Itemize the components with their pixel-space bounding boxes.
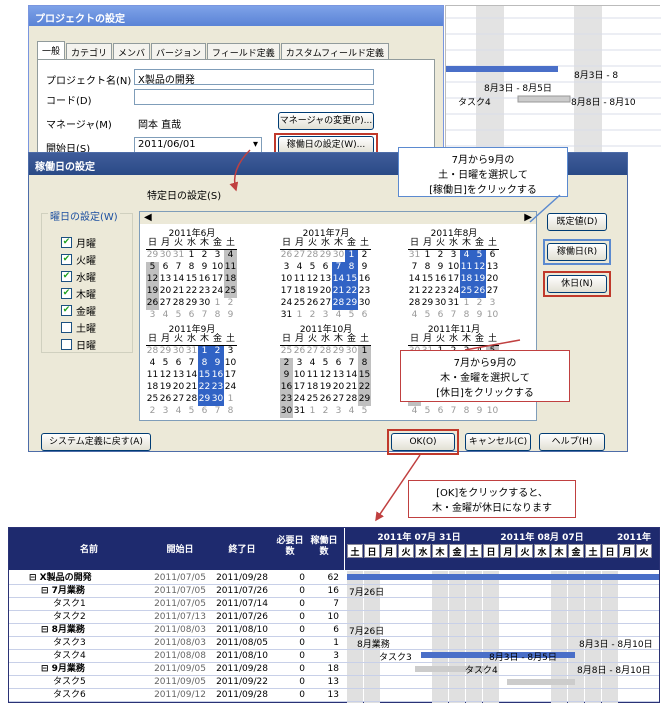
row-start: 2011/07/05 [154, 573, 206, 583]
col-work: 稼働日数 [307, 536, 341, 558]
row-need: 0 [299, 677, 305, 687]
day-header-cell: 月 [619, 544, 635, 558]
row-need: 0 [299, 573, 305, 583]
bar-label-r5b: 8月3日 - 8月5日 [489, 653, 557, 663]
day-header-cell: 木 [432, 544, 448, 558]
row-start: 2011/08/03 [154, 638, 206, 648]
table-row[interactable]: ⊟ 7月業務 2011/07/05 2011/07/26 0 16 [9, 584, 659, 598]
day-header-cell: 土 [466, 544, 482, 558]
bar-label-r3: 7月26日 [349, 627, 385, 637]
row-end: 2011/08/10 [216, 625, 268, 635]
row-end: 2011/07/26 [216, 586, 268, 596]
table-row[interactable]: タスク3 2011/08/03 2011/08/05 0 1 [9, 636, 659, 650]
week-3: 2011年 [609, 530, 659, 543]
day-header-cell: 月 [500, 544, 516, 558]
row-end: 2011/09/28 [216, 690, 268, 700]
day-header-cell: 水 [415, 544, 431, 558]
row-work: 1 [333, 638, 339, 648]
col-end: 終了日 [211, 542, 273, 555]
row-end: 2011/07/14 [216, 599, 268, 609]
row-work: 6 [333, 625, 339, 635]
table-row[interactable]: ⊟ 9月業務 2011/09/05 2011/09/28 0 18 [9, 662, 659, 676]
row-need: 0 [299, 651, 305, 661]
row-work: 3 [333, 651, 339, 661]
row-need: 0 [299, 586, 305, 596]
row-name: ⊟ 8月業務 [41, 625, 85, 635]
week-1: 2011年 07月 31日 [359, 530, 479, 543]
row-end: 2011/07/26 [216, 612, 268, 622]
day-header-cell: 日 [364, 544, 380, 558]
row-start: 2011/08/03 [154, 625, 206, 635]
row-name: ⊟ 7月業務 [41, 586, 85, 596]
row-need: 0 [299, 599, 305, 609]
bar-label-r6a: タスク4 [465, 666, 498, 676]
row-need: 0 [299, 612, 305, 622]
table-row[interactable]: ⊟ 8月業務 2011/08/03 2011/08/10 0 6 [9, 623, 659, 637]
row-need: 0 [299, 690, 305, 700]
row-end: 2011/08/10 [216, 651, 268, 661]
day-header-cell: 金 [568, 544, 584, 558]
bar-label-r5a: タスク3 [379, 653, 412, 663]
table-row[interactable]: タスク1 2011/07/05 2011/07/14 0 7 [9, 597, 659, 611]
row-work: 62 [327, 573, 339, 583]
row-need: 0 [299, 625, 305, 635]
row-end: 2011/09/28 [216, 573, 268, 583]
row-end: 2011/09/28 [216, 664, 268, 674]
day-header-cell: 日 [602, 544, 618, 558]
row-work: 13 [327, 690, 339, 700]
day-header-cell: 日 [483, 544, 499, 558]
table-row[interactable]: タスク6 2011/09/12 2011/09/28 0 13 [9, 688, 659, 702]
project-bar[interactable] [347, 574, 659, 580]
day-header-cell: 木 [551, 544, 567, 558]
row-work: 18 [327, 664, 339, 674]
row-work: 13 [327, 677, 339, 687]
col-name: 名前 [29, 542, 149, 555]
row-work: 7 [333, 599, 339, 609]
row-start: 2011/07/05 [154, 599, 206, 609]
bar-label-r4a: 8月業務 [357, 640, 390, 650]
gantt-chart: 名前 開始日 終了日 必要日数 稼働日数 2011年 07月 31日 2011年… [8, 527, 660, 703]
week-2: 2011年 08月 07日 [487, 530, 597, 543]
row-need: 0 [299, 638, 305, 648]
day-header-cell: 火 [398, 544, 414, 558]
col-start: 開始日 [149, 542, 211, 555]
bar-label-r4b: 8月3日 - 8月10日 [579, 640, 653, 650]
day-header-cell: 月 [381, 544, 397, 558]
row-start: 2011/09/05 [154, 664, 206, 674]
bar-label-r6b: 8月8日 - 8月10日 [577, 666, 651, 676]
day-header-cell: 土 [585, 544, 601, 558]
row-start: 2011/09/12 [154, 690, 206, 700]
row-name: ⊟ 9月業務 [41, 664, 85, 674]
day-header-cell: 火 [517, 544, 533, 558]
day-header-cell: 火 [636, 544, 652, 558]
day-header-cell: 土 [347, 544, 363, 558]
row-work: 10 [327, 612, 339, 622]
row-name: ⊟ X製品の開発 [29, 573, 92, 583]
row-start: 2011/07/05 [154, 586, 206, 596]
day-header-cell: 水 [534, 544, 550, 558]
row-start: 2011/08/08 [154, 651, 206, 661]
bar-label-r1: 7月26日 [349, 588, 385, 598]
row-need: 0 [299, 664, 305, 674]
row-start: 2011/07/13 [154, 612, 206, 622]
row-start: 2011/09/05 [154, 677, 206, 687]
row-end: 2011/08/05 [216, 638, 268, 648]
task4-bar[interactable] [507, 679, 575, 685]
col-need: 必要日数 [273, 536, 307, 558]
table-row[interactable]: タスク2 2011/07/13 2011/07/26 0 10 [9, 610, 659, 624]
row-work: 16 [327, 586, 339, 596]
day-header-cell: 金 [449, 544, 465, 558]
row-end: 2011/09/22 [216, 677, 268, 687]
